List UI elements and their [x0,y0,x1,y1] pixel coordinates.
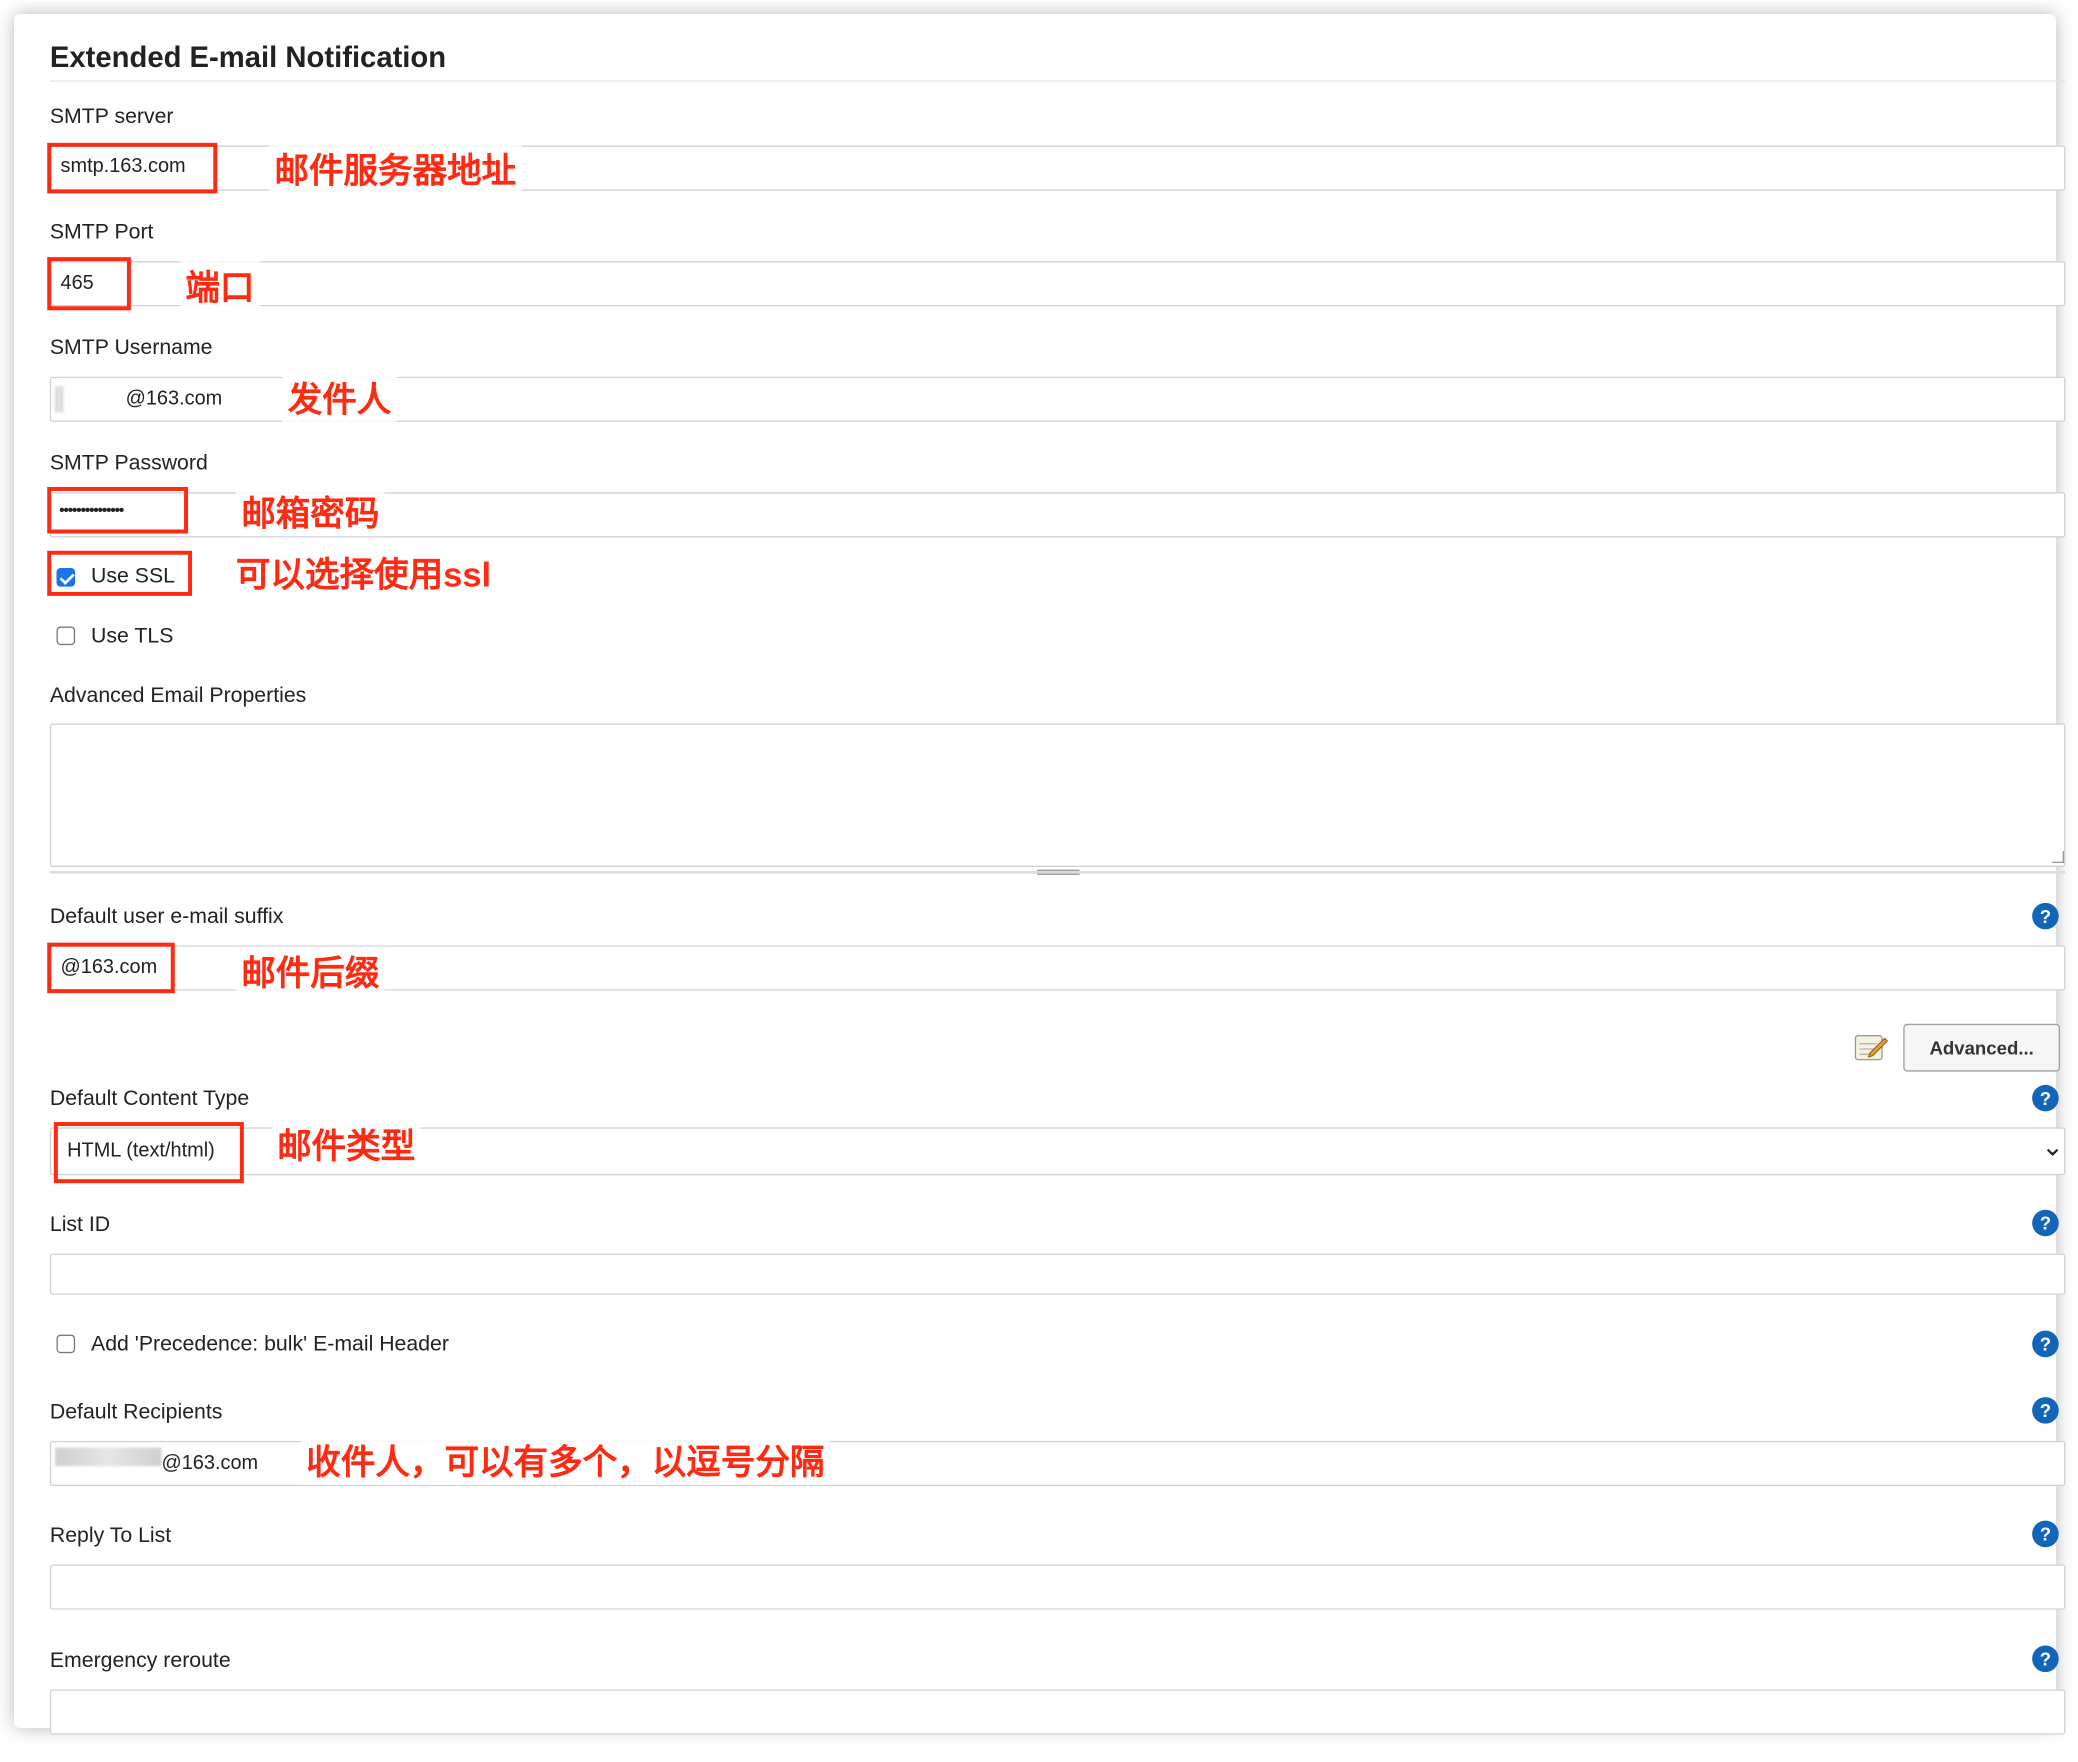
use-ssl-label: Use SSL [91,565,175,588]
advanced-email-properties-textarea[interactable] [49,723,2066,867]
precedence-bulk-label: Add 'Precedence: bulk' E-mail Header [91,1333,449,1356]
default-suffix-label: Default user e-mail suffix [49,905,284,929]
textarea-resize-grip-icon[interactable] [2052,851,2065,863]
reply-to-list-label: Reply To List [49,1524,172,1548]
question-circle-icon[interactable]: ? [2032,1397,2059,1424]
smtp-server-annotation: 邮件服务器地址 [269,144,522,194]
advanced-button[interactable]: Advanced... [1903,1023,2061,1072]
question-circle-icon[interactable]: ? [2032,1520,2059,1548]
use-ssl-checkbox[interactable] [56,568,76,587]
question-circle-icon[interactable]: ? [2032,902,2059,930]
smtp-port-label: SMTP Port [49,221,154,244]
list-id-label: List ID [49,1213,111,1237]
smtp-username-value: @163.com [125,387,223,410]
notepad-icon[interactable] [1854,1032,1889,1064]
default-suffix-annotation: 邮件后缀 [235,946,385,996]
list-id-input[interactable] [49,1253,2066,1295]
default-recipients-label: Default Recipients [49,1401,223,1424]
emergency-reroute-input[interactable] [49,1689,2066,1735]
smtp-port-value: 465 [60,271,94,295]
question-circle-icon[interactable]: ? [2032,1209,2059,1237]
question-circle-icon[interactable]: ? [2032,1645,2059,1673]
settings-canvas: Extended E-mail Notification SMTP server… [14,14,2078,1762]
smtp-server-value: smtp.163.com [60,154,186,178]
chevron-down-icon[interactable]: ⌄ [2041,1130,2063,1163]
question-circle-icon[interactable]: ? [2032,1330,2059,1358]
emergency-reroute-label: Emergency reroute [49,1649,231,1673]
smtp-username-label: SMTP Username [49,336,213,360]
use-tls-label: Use TLS [91,625,174,648]
default-recipients-value: @163.com [161,1451,259,1475]
smtp-password-value: ••••••••••••••• [59,500,124,519]
smtp-port-annotation: 端口 [180,261,260,311]
smtp-server-label: SMTP server [49,105,174,129]
splitter-handle-icon[interactable] [1037,869,1080,875]
use-ssl-annotation: 可以选择使用ssl [230,548,497,598]
redacted-username [55,386,64,413]
reply-to-list-input[interactable] [49,1564,2066,1610]
advanced-email-properties-label: Advanced Email Properties [49,684,307,708]
default-content-type-value: HTML (text/html) [67,1139,215,1162]
smtp-username-annotation: 发件人 [282,372,397,422]
default-content-type-label: Default Content Type [49,1087,250,1111]
default-recipients-annotation: 收件人，可以有多个，以逗号分隔 [300,1435,830,1485]
smtp-port-input[interactable] [49,261,2066,307]
smtp-password-annotation: 邮箱密码 [235,486,385,537]
smtp-password-label: SMTP Password [49,452,208,476]
section-title: Extended E-mail Notification [49,40,447,74]
default-suffix-value: @163.com [60,955,158,979]
default-content-type-annotation: 邮件类型 [271,1119,421,1169]
redacted-recipient [55,1447,162,1467]
title-divider [49,80,2066,82]
precedence-bulk-checkbox[interactable] [56,1334,76,1354]
question-circle-icon[interactable]: ? [2032,1084,2059,1112]
settings-card: Extended E-mail Notification SMTP server… [14,14,2066,1735]
use-tls-checkbox[interactable] [56,626,76,646]
